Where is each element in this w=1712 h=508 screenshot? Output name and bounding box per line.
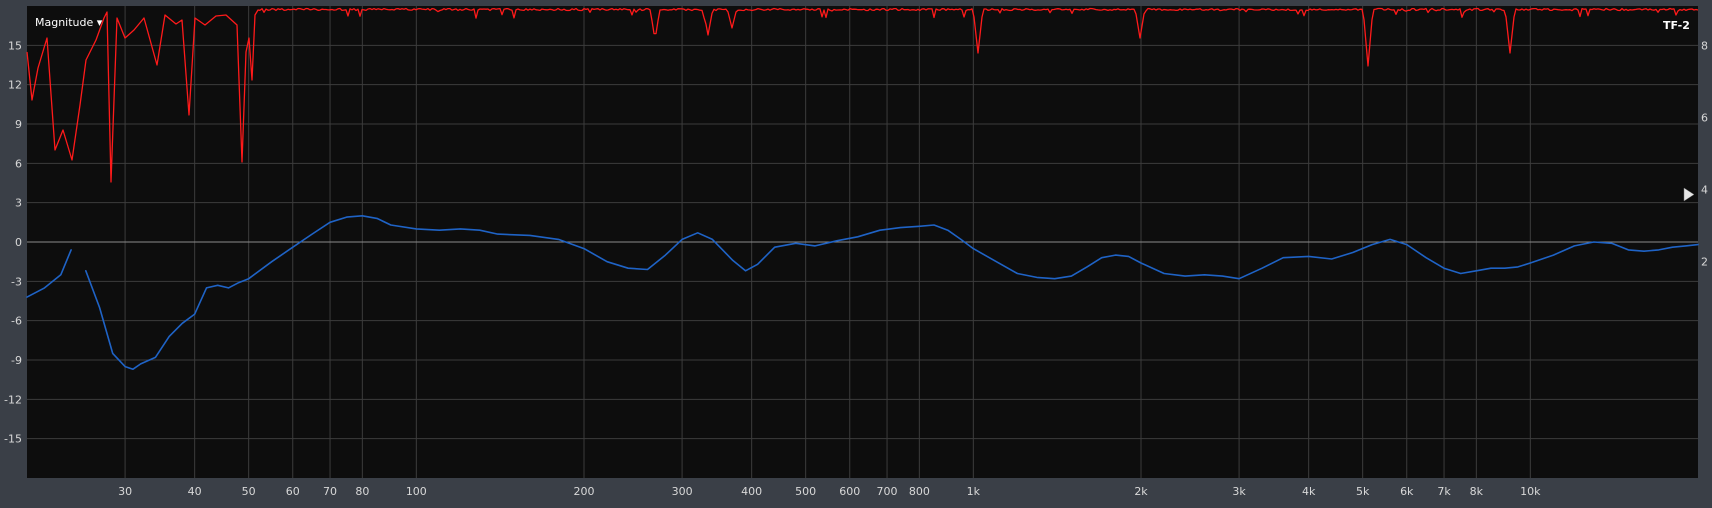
x-tick-label: 400 (741, 485, 762, 498)
y-tick-label: -15 (4, 433, 22, 446)
right-tick-label: 4 (1701, 184, 1708, 197)
right-axis-ticks: 8 6 4 2 (1701, 39, 1708, 268)
x-tick-label: 10k (1520, 485, 1541, 498)
x-tick-label: 2k (1134, 485, 1148, 498)
y-tick-label: 3 (15, 197, 22, 210)
right-tick-label: 8 (1701, 39, 1708, 52)
x-tick-label: 80 (355, 485, 369, 498)
transfer-function-app: 15 12 9 6 3 0 -3 -6 -9 -12 -15 8642 30 40 50 60 70 80 10… (0, 0, 1712, 508)
x-tick-label: 100 (406, 485, 427, 498)
x-tick-label: 700 (877, 485, 898, 498)
right-tick-label: 6 (1701, 111, 1708, 124)
x-tick-label: 1k (967, 485, 981, 498)
x-tick-label: 60 (286, 485, 300, 498)
y-tick-label: -3 (11, 275, 22, 288)
x-tick-label: 3k (1232, 485, 1246, 498)
x-tick-label: 30 (118, 485, 132, 498)
x-tick-label: 7k (1437, 485, 1451, 498)
y-tick-label: 15 (8, 39, 22, 52)
y-axis-ticks: 15 12 9 6 3 0 -3 -6 -9 -12 -15 (4, 39, 22, 445)
right-tick-label: 2 (1701, 256, 1708, 269)
x-tick-label: 70 (323, 485, 337, 498)
x-axis-ticks: 30 40 50 60 70 80 100 200 300 400 500 600 700 800 1k 2k… (118, 485, 1541, 498)
magnitude-view-dropdown[interactable]: Magnitude ▾ (35, 16, 103, 29)
x-tick-label: 500 (795, 485, 816, 498)
x-tick-label: 6k (1400, 485, 1414, 498)
y-tick-label: 6 (15, 157, 22, 170)
y-tick-label: 9 (15, 118, 22, 131)
x-tick-label: 40 (188, 485, 202, 498)
x-tick-label: 5k (1356, 485, 1370, 498)
y-tick-label: -9 (11, 354, 22, 367)
y-tick-label: 0 (15, 236, 22, 249)
y-tick-label: 12 (8, 79, 22, 92)
magnitude-plot: 15129630-3-6-9-12-15 8642 30 40 50 60 70 80 10… (4, 6, 1708, 498)
x-tick-label: 4k (1302, 485, 1316, 498)
x-tick-label: 800 (909, 485, 930, 498)
trace-label: TF-2 (1663, 19, 1690, 32)
x-tick-label: 50 (242, 485, 256, 498)
x-tick-label: 600 (839, 485, 860, 498)
y-tick-label: -6 (11, 315, 22, 328)
x-tick-label: 8k (1470, 485, 1484, 498)
x-tick-label: 200 (574, 485, 595, 498)
y-tick-label: -12 (4, 393, 22, 406)
x-tick-label: 300 (672, 485, 693, 498)
